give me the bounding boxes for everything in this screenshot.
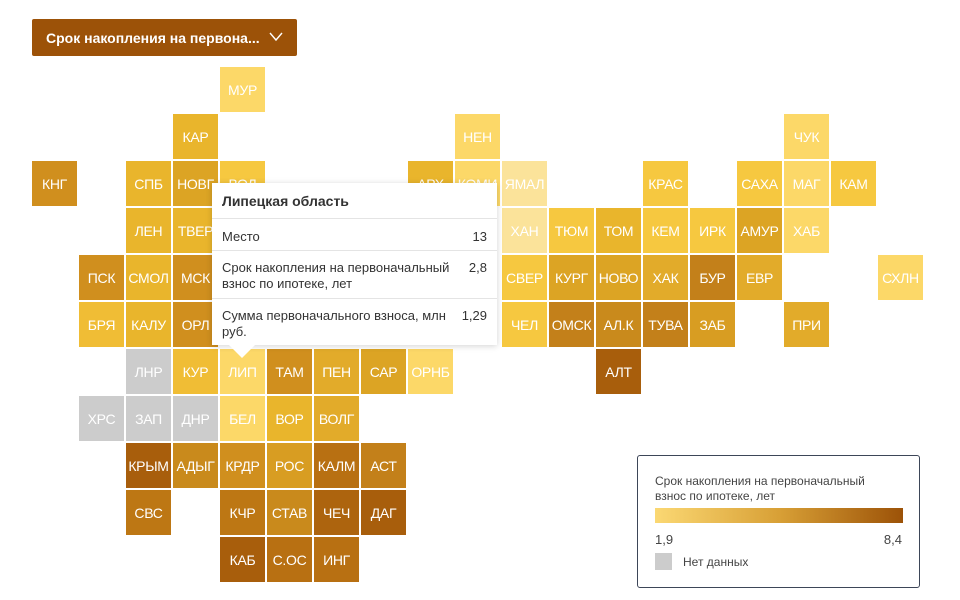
region-tile[interactable]: КНГ bbox=[32, 161, 77, 206]
region-tile[interactable]: КЕМ bbox=[643, 208, 688, 253]
region-tile[interactable]: РОС bbox=[267, 443, 312, 488]
region-tile[interactable]: ЧЕЧ bbox=[314, 490, 359, 535]
region-tile[interactable]: ОМСК bbox=[549, 302, 594, 347]
region-tile[interactable]: АМУР bbox=[737, 208, 782, 253]
region-tile[interactable]: ТЮМ bbox=[549, 208, 594, 253]
region-tile[interactable]: МУР bbox=[220, 67, 265, 112]
legend-max: 8,4 bbox=[883, 532, 902, 547]
region-tile[interactable]: ОРНБ bbox=[408, 349, 453, 394]
region-tile[interactable]: ХРС bbox=[79, 396, 124, 441]
tooltip-row-sum: Сумма первоначального взноса, млн руб. 1… bbox=[212, 298, 497, 346]
region-tile[interactable]: АДЫГ bbox=[173, 443, 218, 488]
region-tile[interactable]: ДАГ bbox=[361, 490, 406, 535]
region-tile[interactable]: СВС bbox=[126, 490, 171, 535]
legend: Срок накопления на первоначальный взнос … bbox=[637, 455, 920, 588]
region-tile[interactable]: САР bbox=[361, 349, 406, 394]
region-tile[interactable]: НОВО bbox=[596, 255, 641, 300]
tooltip-label: Место bbox=[222, 229, 260, 244]
legend-min: 1,9 bbox=[655, 532, 674, 547]
region-tile[interactable]: ЧУК bbox=[784, 114, 829, 159]
region-tile[interactable]: КАЛМ bbox=[314, 443, 359, 488]
region-tile[interactable]: ИНГ bbox=[314, 537, 359, 582]
region-tile[interactable]: АСТ bbox=[361, 443, 406, 488]
tooltip-pointer bbox=[228, 344, 256, 358]
region-tile[interactable]: ЛЕН bbox=[126, 208, 171, 253]
region-tile[interactable]: КАМ bbox=[831, 161, 876, 206]
tooltip-label: Сумма первоначального взноса, млн руб. bbox=[222, 308, 446, 339]
chevron-down-icon bbox=[269, 32, 283, 42]
region-tile[interactable]: С.ОС bbox=[267, 537, 312, 582]
region-tile[interactable]: АЛ.К bbox=[596, 302, 641, 347]
region-tile[interactable]: ХАБ bbox=[784, 208, 829, 253]
region-tile[interactable]: ЯМАЛ bbox=[502, 161, 547, 206]
region-tile[interactable]: КУРГ bbox=[549, 255, 594, 300]
region-tile[interactable]: ХАН bbox=[502, 208, 547, 253]
region-tile[interactable]: СМОЛ bbox=[126, 255, 171, 300]
tooltip-value: 13 bbox=[472, 229, 487, 244]
indicator-dropdown[interactable]: Срок накопления на первона... bbox=[32, 19, 297, 56]
region-tile[interactable]: СПБ bbox=[126, 161, 171, 206]
region-tile[interactable]: НЕН bbox=[455, 114, 500, 159]
region-tile[interactable]: ЗАБ bbox=[690, 302, 735, 347]
tooltip-row-period: Срок накопления на первоначальный взнос … bbox=[212, 250, 497, 299]
region-tile[interactable]: КРДР bbox=[220, 443, 265, 488]
region-tile[interactable]: ТУВА bbox=[643, 302, 688, 347]
region-tile[interactable]: СХЛН bbox=[878, 255, 923, 300]
region-tile[interactable]: ПЕН bbox=[314, 349, 359, 394]
region-tile[interactable]: ХАК bbox=[643, 255, 688, 300]
region-tile[interactable]: ЗАП bbox=[126, 396, 171, 441]
region-tile[interactable]: СВЕР bbox=[502, 255, 547, 300]
region-tile[interactable]: ИРК bbox=[690, 208, 735, 253]
dropdown-label: Срок накопления на первона... bbox=[46, 29, 260, 46]
region-tile[interactable]: КРЫМ bbox=[126, 443, 171, 488]
region-tile[interactable]: ВОР bbox=[267, 396, 312, 441]
region-tile[interactable]: ПСК bbox=[79, 255, 124, 300]
region-tile[interactable]: СТАВ bbox=[267, 490, 312, 535]
region-tile[interactable]: КАЛУ bbox=[126, 302, 171, 347]
no-data-label: Нет данных bbox=[683, 555, 749, 569]
region-tile[interactable]: КУР bbox=[173, 349, 218, 394]
region-tile[interactable]: МАГ bbox=[784, 161, 829, 206]
region-tooltip: Липецкая область Место 13 Срок накоплени… bbox=[212, 183, 497, 345]
region-tile[interactable]: КРАС bbox=[643, 161, 688, 206]
no-data-swatch bbox=[655, 553, 672, 570]
region-tile[interactable]: КЧР bbox=[220, 490, 265, 535]
region-tile[interactable]: ЛНР bbox=[126, 349, 171, 394]
tooltip-label: Срок накопления на первоначальный взнос … bbox=[222, 260, 450, 291]
region-tile[interactable]: АЛТ bbox=[596, 349, 641, 394]
region-tile[interactable]: ЕВР bbox=[737, 255, 782, 300]
region-tile[interactable]: БУР bbox=[690, 255, 735, 300]
region-tile[interactable]: ЧЕЛ bbox=[502, 302, 547, 347]
region-tile[interactable]: ТАМ bbox=[267, 349, 312, 394]
legend-gradient bbox=[655, 508, 903, 523]
region-tile[interactable]: КАБ bbox=[220, 537, 265, 582]
region-tile[interactable]: САХА bbox=[737, 161, 782, 206]
region-tile[interactable]: КАР bbox=[173, 114, 218, 159]
region-tile[interactable]: БРЯ bbox=[79, 302, 124, 347]
tooltip-row-rank: Место 13 bbox=[212, 218, 497, 251]
tooltip-value: 1,29 bbox=[461, 308, 487, 323]
tooltip-title: Липецкая область bbox=[222, 193, 349, 209]
region-tile[interactable]: ВОЛГ bbox=[314, 396, 359, 441]
region-tile[interactable]: ДНР bbox=[173, 396, 218, 441]
tooltip-value: 2,8 bbox=[468, 260, 487, 275]
region-tile[interactable]: ПРИ bbox=[784, 302, 829, 347]
region-tile[interactable]: БЕЛ bbox=[220, 396, 265, 441]
region-tile[interactable]: ТОМ bbox=[596, 208, 641, 253]
legend-title: Срок накопления на первоначальный взнос … bbox=[655, 474, 865, 503]
